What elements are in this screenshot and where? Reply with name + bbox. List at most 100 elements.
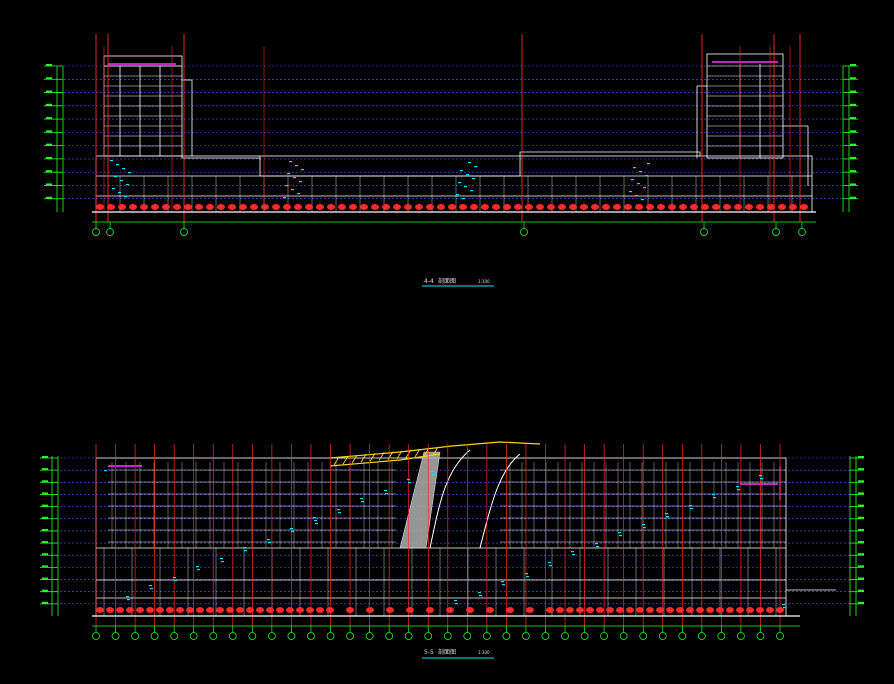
- parking-car: [596, 607, 604, 613]
- level-marker: [850, 64, 856, 66]
- parking-car: [690, 204, 698, 210]
- parking-car: [250, 204, 258, 210]
- parking-car: [96, 607, 104, 613]
- annotation-mark: [221, 561, 224, 563]
- parking-car: [360, 204, 368, 210]
- parking-car: [305, 204, 313, 210]
- annotation-mark: [287, 173, 290, 175]
- parking-car: [723, 204, 731, 210]
- annotation-mark: [690, 508, 693, 510]
- annotation-mark: [647, 163, 650, 165]
- parking-car: [206, 607, 214, 613]
- annotation-mark: [619, 535, 622, 537]
- parking-car: [514, 204, 522, 210]
- level-marker: [46, 77, 52, 80]
- annotation-mark: [643, 527, 646, 529]
- annotation-mark: [458, 182, 461, 184]
- parking-car: [184, 204, 192, 210]
- axis-bubble: [658, 632, 667, 640]
- level-marker: [42, 492, 48, 495]
- cad-viewport[interactable]: 4-4 剖面图 1:300 5-5 剖面图 1:300: [0, 0, 894, 680]
- parking-car: [492, 204, 500, 210]
- column-lines-a: [95, 34, 801, 222]
- level-marker: [850, 130, 856, 133]
- axis-bubble: [619, 632, 628, 640]
- annotation-mark: [460, 170, 463, 172]
- parking-car: [716, 607, 724, 613]
- level-marker: [850, 117, 856, 120]
- parking-car: [706, 607, 714, 613]
- parking-car: [580, 204, 588, 210]
- annotation-mark: [314, 520, 317, 522]
- parking-car: [526, 607, 534, 613]
- parking-car: [586, 607, 594, 613]
- level-marker: [858, 589, 864, 592]
- axis-bubble: [678, 632, 687, 640]
- level-marker: [42, 456, 48, 458]
- annotation-mark: [114, 176, 117, 178]
- level-marker: [850, 170, 856, 173]
- annotation-mark: [712, 494, 715, 496]
- parking-car: [756, 204, 764, 210]
- level-marker: [42, 528, 48, 531]
- parking-car: [246, 607, 254, 613]
- parking-car: [481, 204, 489, 210]
- parking-car: [778, 204, 786, 210]
- parking-car: [338, 204, 346, 210]
- parking-car: [726, 607, 734, 613]
- parking-car: [239, 204, 247, 210]
- axis-bubble: [228, 632, 237, 640]
- tower-floors-left-a: [104, 65, 182, 147]
- annotation-mark: [301, 169, 304, 171]
- annotation-mark: [299, 181, 302, 183]
- annotation-mark: [462, 198, 465, 200]
- annotation-mark: [197, 569, 200, 571]
- level-marker: [850, 143, 856, 146]
- annotations-b: [104, 470, 786, 609]
- annotation-mark: [112, 188, 115, 190]
- section-label-b: 5-5: [424, 649, 434, 656]
- annotation-mark: [267, 539, 270, 541]
- annotation-mark: [666, 516, 669, 518]
- annotation-mark: [220, 558, 223, 560]
- annotation-mark: [116, 164, 119, 166]
- annotation-mark: [384, 490, 387, 492]
- axis-bubble: [326, 632, 335, 640]
- parking-car: [327, 204, 335, 210]
- parking-car: [676, 607, 684, 613]
- annotation-mark: [783, 607, 786, 609]
- annotation-mark: [124, 196, 127, 198]
- axis-bubble: [307, 632, 315, 640]
- level-marker: [46, 90, 52, 93]
- axis-bubble: [365, 632, 374, 640]
- axis-bubble: [700, 228, 708, 236]
- annotation-mark: [293, 177, 296, 179]
- parking-car: [766, 607, 774, 613]
- annotation-mark: [525, 573, 528, 575]
- parking-car: [393, 204, 401, 210]
- axis-bubble: [92, 632, 100, 640]
- axis-bubble: [248, 632, 257, 640]
- annotation-mark: [126, 596, 129, 598]
- annotation-mark: [595, 543, 598, 545]
- grid-axis-bubbles-a: [92, 222, 806, 236]
- annotation-mark: [468, 162, 471, 164]
- annotation-mark: [571, 551, 574, 553]
- level-ticks-a: [44, 64, 858, 200]
- annotation-mark: [243, 547, 246, 549]
- annotation-mark: [782, 604, 785, 606]
- parking-car: [382, 204, 390, 210]
- axis-bubble: [385, 632, 394, 640]
- annotation-mark: [295, 165, 298, 167]
- parking-car: [106, 607, 114, 613]
- parking-car: [162, 204, 170, 210]
- atrium-curve-2-b: [479, 453, 521, 549]
- level-marker: [858, 601, 864, 604]
- parking-car: [306, 607, 314, 613]
- section-caption-a: 剖面图: [438, 277, 456, 285]
- parking-car: [404, 204, 412, 210]
- axis-bubble: [522, 632, 530, 640]
- parking-car: [576, 607, 584, 613]
- level-marker: [42, 468, 48, 471]
- level-marker: [46, 117, 52, 120]
